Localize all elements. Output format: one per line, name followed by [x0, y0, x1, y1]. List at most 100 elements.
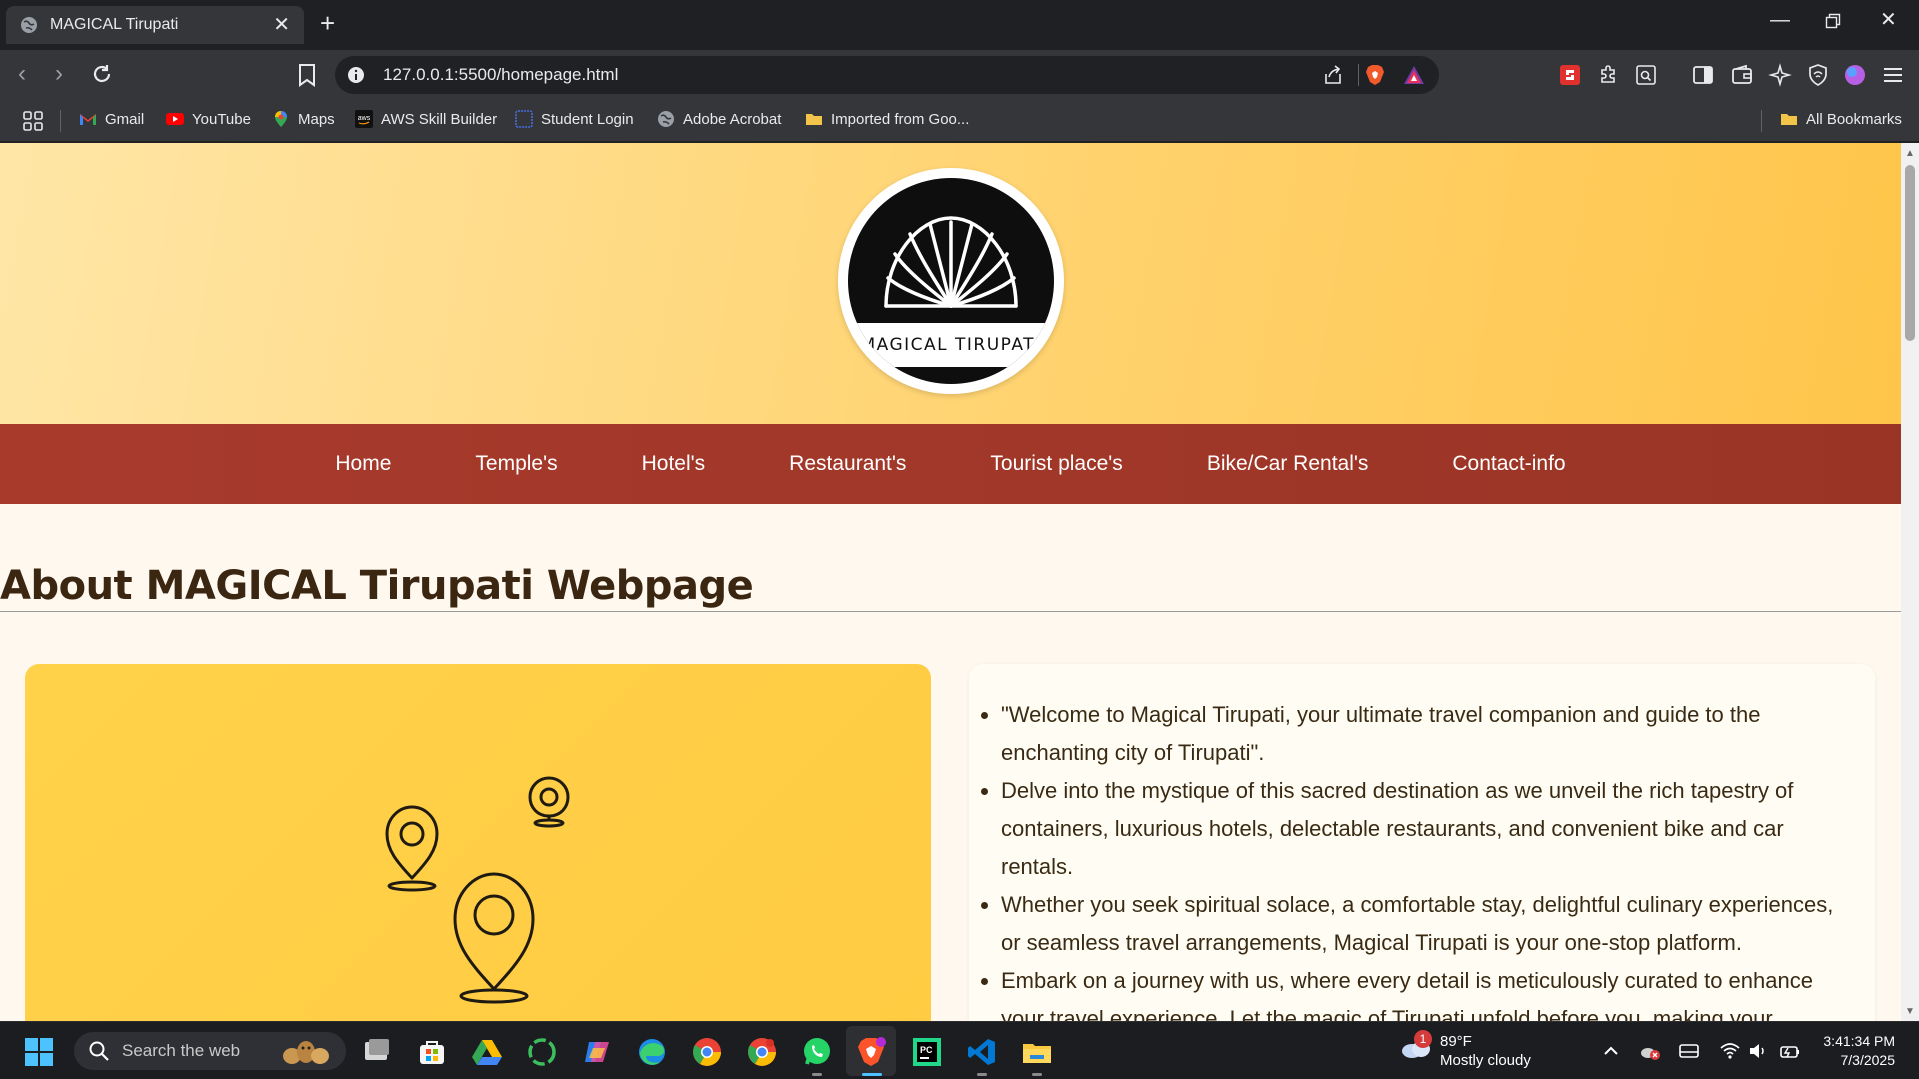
divider	[1358, 64, 1359, 86]
nav-tourist-places[interactable]: Tourist place's	[990, 452, 1122, 476]
menu-icon[interactable]	[1881, 63, 1905, 87]
main-nav: Home Temple's Hotel's Restaurant's Touri…	[0, 424, 1901, 504]
scrollbar-thumb[interactable]	[1905, 165, 1915, 341]
extensions-puzzle-icon[interactable]	[1597, 63, 1621, 87]
close-tab-icon[interactable]: ✕	[273, 15, 290, 35]
nav-contact-info[interactable]: Contact-info	[1452, 452, 1565, 476]
folder-icon	[806, 114, 822, 125]
forward-button[interactable]: ›	[55, 62, 63, 86]
bookmark-label: Student Login	[541, 110, 634, 128]
clock-time: 3:41:34 PM	[1823, 1033, 1895, 1049]
vscode-icon[interactable]	[966, 1036, 998, 1068]
volume-icon[interactable]	[1747, 1040, 1769, 1062]
page-viewport: MAGICAL TIRUPATI Home Temple's Hotel's R…	[0, 143, 1901, 1021]
bookmark-imported-folder[interactable]: Imported from Goo...	[805, 110, 969, 128]
brave-browser-icon[interactable]	[855, 1036, 887, 1068]
nav-hotels[interactable]: Hotel's	[642, 452, 706, 476]
youtube-icon	[166, 113, 184, 125]
bookmark-adobe-acrobat[interactable]: Adobe Acrobat	[657, 110, 781, 128]
bookmark-label: YouTube	[192, 110, 251, 128]
extension-red-icon[interactable]	[1558, 63, 1582, 87]
microsoft-store-icon[interactable]	[416, 1036, 448, 1068]
all-bookmarks[interactable]: All Bookmarks	[1780, 110, 1902, 128]
copilot-icon[interactable]	[581, 1036, 613, 1068]
gmail-icon	[80, 114, 96, 125]
vpn-shield-icon[interactable]	[1806, 63, 1830, 87]
aws-icon: aws	[355, 110, 373, 128]
bookmarks-divider	[1761, 110, 1762, 132]
taskbar: Search the web PC 1 89°F Mostly cloudy 3…	[0, 1021, 1919, 1079]
browser-tab[interactable]: MAGICAL Tirupati ✕	[6, 6, 304, 44]
profile-avatar-icon[interactable]	[1843, 63, 1867, 87]
keyboard-layout-icon[interactable]	[1678, 1040, 1700, 1062]
apps-grid-icon[interactable]	[22, 110, 44, 132]
bookmark-label: Gmail	[105, 110, 145, 128]
logo-badge: MAGICAL TIRUPATI	[848, 178, 1054, 384]
running-indicator	[1032, 1073, 1042, 1076]
weather-desc: Mostly cloudy	[1440, 1052, 1531, 1069]
list-item: Embark on a journey with us, where every…	[1001, 962, 1845, 1021]
bookmark-page-icon[interactable]	[296, 63, 318, 87]
list-item: Delve into the mystique of this sacred d…	[1001, 772, 1845, 886]
bookmark-label: AWS Skill Builder	[381, 110, 498, 128]
nav-restaurants[interactable]: Restaurant's	[789, 452, 906, 476]
task-view-icon[interactable]	[361, 1036, 393, 1068]
bookmark-aws-skill-builder[interactable]: aws AWS Skill Builder	[355, 110, 497, 128]
scroll-up-arrow-icon[interactable]: ▲	[1905, 149, 1915, 159]
share-icon[interactable]	[1323, 65, 1343, 85]
reader-mode-icon[interactable]	[1634, 63, 1658, 87]
page-scrollbar[interactable]: ▲ ▼	[1901, 143, 1919, 1021]
list-item: Whether you seek spiritual solace, a com…	[1001, 886, 1845, 962]
leo-ai-icon[interactable]	[1768, 63, 1792, 87]
new-tab-button[interactable]: +	[320, 10, 335, 36]
clock-date: 7/3/2025	[1840, 1052, 1896, 1068]
wallet-icon[interactable]	[1730, 63, 1754, 87]
bookmark-youtube[interactable]: YouTube	[166, 110, 251, 128]
about-list: "Welcome to Magical Tirupati, your ultim…	[969, 664, 1875, 1021]
bookmark-student-login[interactable]: Student Login	[515, 110, 634, 128]
brave-shields-icon[interactable]	[1365, 64, 1385, 86]
running-indicator	[812, 1073, 822, 1076]
chrome-icon[interactable]	[691, 1036, 723, 1068]
whatsapp-icon[interactable]	[801, 1036, 833, 1068]
chevron-up-icon[interactable]	[1600, 1040, 1622, 1062]
chrome-profile-icon[interactable]	[746, 1036, 778, 1068]
nav-temples[interactable]: Temple's	[475, 452, 557, 476]
nav-rentals[interactable]: Bike/Car Rental's	[1207, 452, 1369, 476]
bookmark-label: Maps	[298, 110, 335, 128]
search-icon	[89, 1041, 109, 1061]
running-indicator	[977, 1073, 987, 1076]
nav-home[interactable]: Home	[335, 452, 391, 476]
windows-start-icon[interactable]	[25, 1038, 53, 1066]
scroll-down-arrow-icon[interactable]: ▼	[1905, 1007, 1915, 1017]
wifi-icon[interactable]	[1719, 1040, 1741, 1062]
search-highlight-icon	[283, 1041, 329, 1064]
restore-button[interactable]	[1825, 13, 1841, 33]
sync-app-icon[interactable]	[526, 1036, 558, 1068]
battery-icon[interactable]	[1779, 1040, 1801, 1062]
active-indicator	[862, 1073, 882, 1076]
edge-icon[interactable]	[636, 1036, 668, 1068]
title-divider	[0, 611, 1901, 612]
hero-header: MAGICAL TIRUPATI	[0, 143, 1901, 424]
onedrive-error-icon[interactable]	[1639, 1040, 1661, 1062]
bookmark-gmail[interactable]: Gmail	[79, 110, 144, 128]
site-logo[interactable]: MAGICAL TIRUPATI	[838, 168, 1064, 394]
bookmark-maps[interactable]: Maps	[272, 110, 335, 128]
address-bar[interactable]: 127.0.0.1:5500/homepage.html	[335, 56, 1439, 94]
minimize-button[interactable]: —	[1770, 10, 1790, 30]
url-text[interactable]: 127.0.0.1:5500/homepage.html	[383, 65, 618, 85]
bookmarks-divider	[60, 110, 61, 132]
pycharm-icon[interactable]: PC	[911, 1036, 943, 1068]
google-drive-icon[interactable]	[471, 1036, 503, 1068]
taskbar-search[interactable]: Search the web	[74, 1032, 346, 1070]
sidebar-icon[interactable]	[1691, 63, 1715, 87]
back-button[interactable]: ‹	[18, 62, 26, 86]
site-info-icon[interactable]	[347, 66, 365, 84]
weather-text: 89°F Mostly cloudy	[1440, 1032, 1531, 1070]
brave-rewards-icon[interactable]	[1403, 65, 1425, 85]
file-explorer-icon[interactable]	[1021, 1036, 1053, 1068]
reload-icon[interactable]	[90, 62, 114, 86]
close-window-button[interactable]: ✕	[1880, 10, 1897, 30]
system-clock[interactable]: 3:41:34 PM 7/3/2025	[1823, 1032, 1895, 1070]
